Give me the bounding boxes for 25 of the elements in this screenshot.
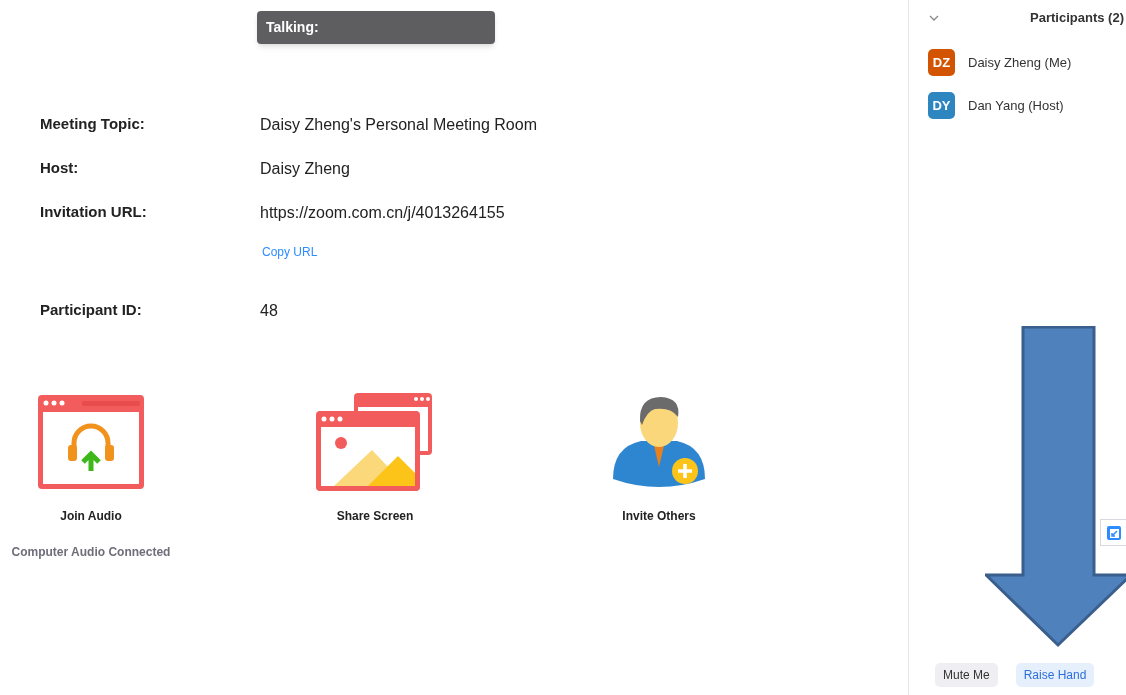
info-value: https://zoom.com.cn/j/4013264155 (260, 203, 505, 223)
participant-name[interactable]: Daisy Zheng (Me) (968, 52, 1072, 73)
info-label: Participant ID: (40, 300, 143, 320)
chevron-icon[interactable] (929, 13, 939, 23)
audio-status: Computer Audio Connected (11, 544, 171, 561)
info-label: Invitation URL: (40, 202, 148, 222)
headphones-window-icon[interactable] (36, 393, 146, 491)
info-label: Host: (40, 158, 80, 178)
info-label: Meeting Topic: (40, 114, 146, 134)
avatar: DZ (928, 49, 955, 76)
panel-title: Participants (2) (1030, 9, 1124, 28)
action-label[interactable]: Invite Others (622, 507, 696, 525)
participant-name[interactable]: Dan Yang (Host) (968, 95, 1064, 116)
action-label[interactable]: Join Audio (60, 507, 122, 525)
talking-label: Talking: (266, 18, 319, 37)
info-value: 48 (260, 301, 278, 321)
image-windows-icon[interactable] (316, 393, 434, 491)
avatar: DY (928, 92, 955, 119)
panel-button[interactable]: Raise Hand (1015, 663, 1095, 687)
popout-icon (1106, 524, 1122, 541)
panel-button[interactable]: Mute Me (935, 663, 998, 687)
info-value: Daisy Zheng's Personal Meeting Room (260, 115, 537, 135)
action-label[interactable]: Share Screen (336, 507, 414, 525)
popout-button[interactable] (1100, 519, 1126, 546)
info-value: Daisy Zheng (260, 159, 350, 179)
